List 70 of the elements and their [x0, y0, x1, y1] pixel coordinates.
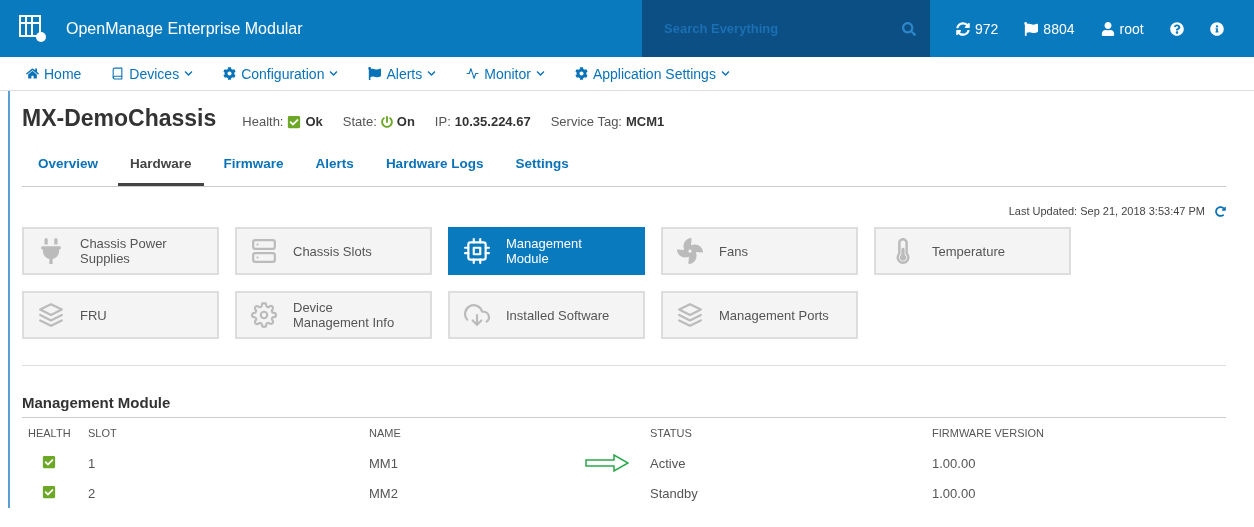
nav-menu-item[interactable]: Home: [26, 65, 82, 82]
section-title: Management Module: [22, 394, 1226, 418]
tab[interactable]: Hardware Logs: [373, 146, 496, 186]
health-label: Health:: [242, 114, 284, 129]
hardware-tile[interactable]: Device Management Info: [235, 291, 432, 339]
hardware-tile[interactable]: Chassis Slots: [235, 227, 432, 275]
table-cell-text: 1: [88, 455, 97, 471]
header-count: 8804: [1043, 20, 1075, 37]
nav-menu-item[interactable]: Alerts: [368, 65, 437, 82]
info-icon: [1209, 21, 1224, 36]
table-cell-text: Standby: [650, 485, 699, 501]
nav-menu-item[interactable]: Configuration: [223, 65, 339, 82]
flag-button[interactable]: 8804: [1024, 20, 1075, 37]
power-icon: [38, 238, 64, 264]
help-icon: [1169, 21, 1184, 36]
table-cell: MM1: [369, 455, 398, 471]
column-header: SLOT: [88, 427, 118, 439]
column-header: STATUS: [650, 427, 693, 439]
tab[interactable]: Settings: [503, 146, 581, 186]
hardware-tile[interactable]: Chassis Power Supplies: [22, 227, 219, 275]
tab[interactable]: Alerts: [303, 146, 366, 186]
fan-icon: [677, 238, 703, 264]
user-icon: [1100, 21, 1115, 36]
refresh-icon[interactable]: [1215, 205, 1226, 217]
hardware-tile[interactable]: FRU: [22, 291, 219, 339]
nav-menu-item[interactable]: Devices: [111, 65, 194, 82]
info-button[interactable]: [1209, 21, 1224, 36]
logo-icon: [18, 13, 48, 44]
flag-icon: [1024, 21, 1039, 36]
hardware-tile[interactable]: Management Module: [448, 227, 645, 275]
table-cell-text: Active: [650, 455, 687, 471]
header-count: 972: [975, 20, 999, 37]
user-button[interactable]: root: [1100, 20, 1144, 37]
table-cell-text: 1.00.00: [932, 455, 977, 471]
hardware-tile[interactable]: Management Ports: [661, 291, 858, 339]
hardware-tile[interactable]: Installed Software: [448, 291, 645, 339]
config-icon: [223, 67, 237, 80]
table-cell-text: 2: [88, 485, 97, 501]
monitor-icon: [466, 67, 480, 80]
sync-icon: [956, 21, 970, 36]
nav-menu-item[interactable]: Application Settings: [574, 65, 730, 82]
last-updated-text: Last Updated: Sep 21, 2018 3:53:47 PM: [1008, 205, 1205, 217]
state-value: On: [396, 114, 415, 129]
check-icon: [287, 114, 302, 129]
flag-icon: [368, 67, 382, 80]
column-header: FIRMWARE VERSION: [932, 427, 1046, 439]
hardware-tile[interactable]: Fans: [661, 227, 858, 275]
service-tag-value: MCM1: [625, 114, 665, 129]
home-icon: [26, 67, 39, 80]
power-icon: [380, 115, 393, 128]
column-header: HEALTH: [28, 427, 72, 439]
device-name: MX-DemoChassis: [22, 105, 217, 132]
table-cell-text: 1.00.00: [932, 485, 977, 501]
header-count: root: [1119, 20, 1144, 37]
tab[interactable]: Hardware: [118, 146, 204, 186]
app-title: OpenManage Enterprise Modular: [66, 19, 304, 38]
help-button[interactable]: [1169, 21, 1184, 36]
service-tag-label: Service Tag:: [550, 114, 622, 129]
ip-label: IP:: [434, 114, 451, 129]
nav-menu-item[interactable]: Monitor: [466, 65, 545, 82]
table-cell: MM2: [369, 485, 398, 501]
state-label: State:: [342, 114, 377, 129]
gear-icon: [574, 67, 588, 80]
hardware-tile[interactable]: Temperature: [874, 227, 1071, 275]
tab[interactable]: Firmware: [211, 146, 296, 186]
sync-button[interactable]: 972: [956, 20, 999, 37]
column-header: NAME: [369, 427, 402, 439]
health-value: Ok: [305, 114, 323, 129]
tab[interactable]: Overview: [26, 146, 111, 186]
ip-value: 10.35.224.67: [454, 114, 531, 129]
